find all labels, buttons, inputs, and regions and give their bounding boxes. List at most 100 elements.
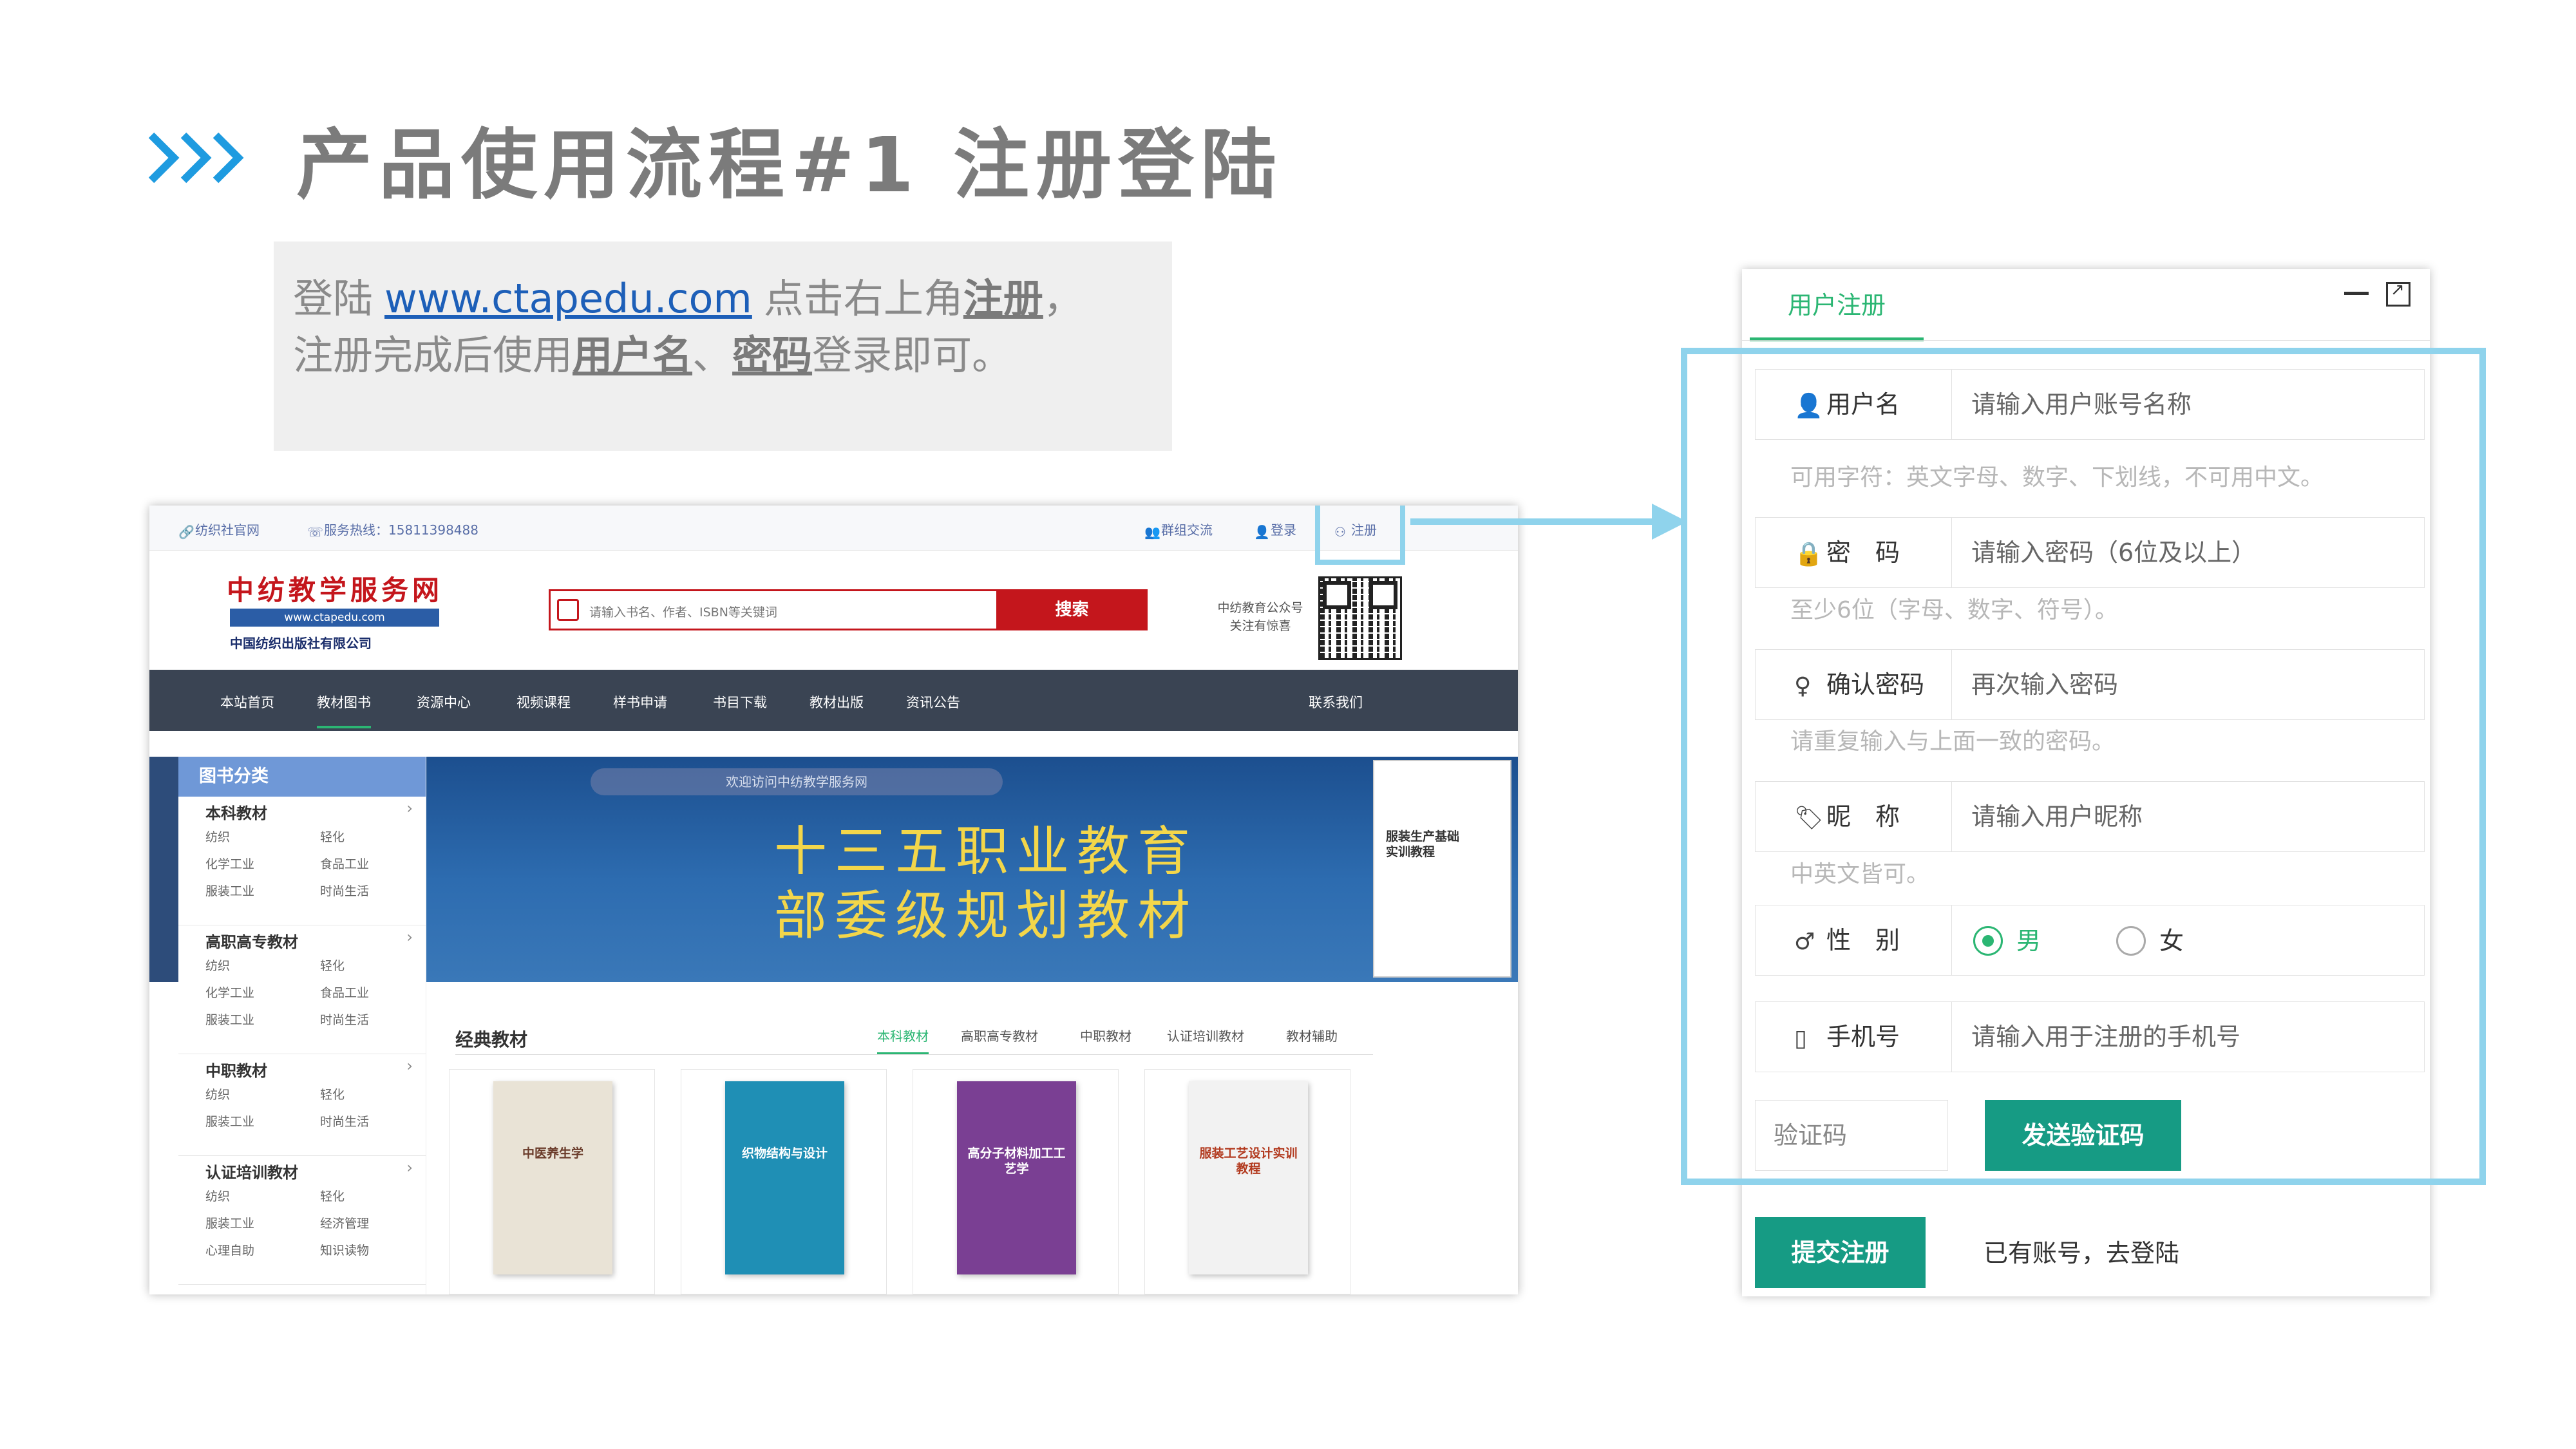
book-cover-title: 织物结构与设计	[741, 1146, 828, 1160]
tab-register[interactable]: 用户注册	[1750, 269, 1924, 341]
nav-item-8[interactable]: 联系我们	[1309, 692, 1363, 712]
instruction-mid: 点击右上角	[763, 275, 963, 322]
sidebar-category-title[interactable]: 高职高专教材	[205, 929, 298, 952]
home-link-label: 纺织社官网	[195, 522, 260, 538]
sidebar-subcategory[interactable]: 食品工业	[320, 983, 369, 1001]
sidebar-category-title[interactable]: 认证培训教材	[205, 1160, 298, 1182]
site-search-placeholder[interactable]: 请输入书名、作者、ISBN等关键词	[589, 603, 777, 620]
site-link[interactable]: www.ctapedu.com	[384, 275, 752, 322]
nav-item-4[interactable]: 样书申请	[613, 692, 667, 712]
user-icon: 👤	[1254, 524, 1270, 540]
sidebar-subcategory[interactable]: 服装工业	[205, 1214, 254, 1231]
login-link-label: 登录	[1271, 522, 1296, 538]
wechat-label-2: 关注有惊喜	[1229, 619, 1291, 633]
site-search-bar[interactable]: 请输入书名、作者、ISBN等关键词 搜索	[549, 589, 1148, 630]
site-search-button[interactable]: 搜索	[996, 589, 1148, 630]
nav-item-7[interactable]: 资讯公告	[906, 692, 960, 712]
nav-item-1[interactable]: 教材图书	[317, 692, 371, 728]
login-link[interactable]: 👤登录	[1254, 520, 1296, 540]
sidebar-category[interactable]: 认证培训教材 › 纺织 轻化服装工业 经济管理心理自助 知识读物	[178, 1156, 426, 1285]
tab-divider	[1742, 340, 2430, 341]
sidebar-category-title[interactable]: 本科教材	[205, 800, 267, 823]
sidebar-subcategory[interactable]: 化学工业	[205, 855, 254, 872]
sidebar-subcategory[interactable]: 服装工业	[205, 1010, 254, 1028]
classics-tab-2[interactable]: 中职教材	[1080, 1026, 1132, 1045]
site-topbar: 🔗纺织社官网 ☏服务热线：15811398488 👥群组交流 👤登录 ⚇ 注册	[149, 506, 1518, 551]
sidebar-subcategory[interactable]: 时尚生活	[320, 1112, 369, 1130]
site-header: 中纺教学服务网 www.ctapedu.com 中国纺织出版社有限公司 请输入书…	[149, 551, 1518, 670]
site-logo-publisher: 中国纺织出版社有限公司	[230, 636, 372, 651]
maximize-icon[interactable]	[2386, 280, 2410, 307]
sidebar-subcategory[interactable]: 经济管理	[320, 1214, 369, 1231]
sidebar-subcategory[interactable]: 心理自助	[205, 1241, 254, 1258]
promo-banner[interactable]: 欢迎访问中纺教学服务网 十三五职业教育 部委级规划教材 服装生产基础实训教程	[426, 757, 1518, 982]
chevron-right-icon: ›	[406, 799, 413, 817]
instruction2-tail: 登录即可。	[812, 332, 1012, 379]
instruction-line-1: 登陆 www.ctapedu.com 点击右上角注册，	[293, 270, 1153, 327]
sidebar-subcategory[interactable]: 服装工业	[205, 882, 254, 899]
website-screenshot: 🔗纺织社官网 ☏服务热线：15811398488 👥群组交流 👤登录 ⚇ 注册 中…	[149, 506, 1518, 1294]
minimize-icon[interactable]	[2344, 292, 2369, 295]
site-logo-name[interactable]: 中纺教学服务网	[227, 569, 443, 608]
sidebar-subcategory[interactable]: 食品工业	[320, 855, 369, 872]
sidebar-subcategory[interactable]: 纺织	[205, 1085, 230, 1103]
classics-section: 经典教材 本科教材 高职高专教材 中职教材 认证培训教材 教材辅助 中医养生学 织物结构与设…	[426, 982, 1518, 1294]
wechat-label: 中纺教育公众号 关注有惊喜	[1206, 599, 1315, 635]
chevron-right-icon: ›	[406, 1057, 413, 1075]
wechat-label-1: 中纺教育公众号	[1217, 601, 1303, 615]
sidebar-subcategory[interactable]: 化学工业	[205, 983, 254, 1001]
book-cover[interactable]: 中医养生学	[493, 1081, 612, 1274]
chevron-right-icon: ›	[406, 1159, 413, 1177]
sidebar-subcategory[interactable]: 时尚生活	[320, 882, 369, 899]
nav-item-6[interactable]: 教材出版	[810, 692, 864, 712]
classics-divider	[455, 1054, 1373, 1055]
book-cover[interactable]: 服装工艺设计实训教程	[1189, 1081, 1308, 1274]
book-cover[interactable]: 织物结构与设计	[725, 1081, 844, 1274]
slide-header: 产品使用流程#1 注册登陆	[148, 103, 1283, 213]
group-icon: 👥	[1144, 524, 1160, 540]
site-nav: 本站首页 教材图书 资源中心 视频课程 样书申请 书目下载 教材出版 资讯公告 联系我们	[149, 670, 1518, 731]
banner-book-title: 服装生产基础实训教程	[1386, 829, 1460, 859]
banner-welcome-pill: 欢迎访问中纺教学服务网	[591, 768, 1003, 795]
sidebar-category[interactable]: 高职高专教材 › 纺织 轻化 化学工业 食品工业 服装工业 时尚生活	[178, 925, 426, 1054]
sidebar-subcategory[interactable]: 轻化	[320, 1187, 345, 1204]
sidebar-subcategory[interactable]: 服装工业	[205, 1112, 254, 1130]
callout-connector	[1410, 518, 1662, 525]
sidebar-subcategory[interactable]: 纺织	[205, 828, 230, 845]
sidebar-subcategory[interactable]: 纺织	[205, 956, 230, 974]
slide-title: 产品使用流程#1 注册登陆	[296, 120, 1283, 209]
nav-item-5[interactable]: 书目下载	[713, 692, 767, 712]
link-icon: 🔗	[178, 524, 194, 540]
book-card[interactable]: 服装工艺设计实训教程	[1144, 1069, 1350, 1294]
classics-tab-4[interactable]: 教材辅助	[1286, 1026, 1338, 1045]
book-cover[interactable]: 高分子材料加工工艺学	[957, 1081, 1076, 1274]
sidebar-category[interactable]: 中职教材 › 纺织 轻化服装工业 时尚生活	[178, 1054, 426, 1156]
home-link[interactable]: 🔗纺织社官网	[178, 520, 260, 540]
book-cover-title: 高分子材料加工工艺学	[967, 1146, 1066, 1176]
book-card[interactable]: 织物结构与设计	[681, 1069, 887, 1294]
sidebar-subcategory[interactable]: 纺织	[205, 1187, 230, 1204]
sidebar-subcategory[interactable]: 知识读物	[320, 1241, 369, 1258]
sidebar-category-title[interactable]: 中职教材	[205, 1058, 267, 1081]
triple-chevron-icon	[148, 132, 244, 184]
classics-tab-3[interactable]: 认证培训教材	[1167, 1026, 1244, 1045]
book-search-icon	[557, 599, 579, 621]
nav-item-3[interactable]: 视频课程	[516, 692, 571, 712]
banner-book-cover: 服装生产基础实训教程	[1373, 760, 1511, 978]
sidebar-subcategory[interactable]: 轻化	[320, 1085, 345, 1103]
nav-item-2[interactable]: 资源中心	[417, 692, 471, 712]
book-card[interactable]: 中医养生学	[449, 1069, 655, 1294]
sidebar-subcategory[interactable]: 轻化	[320, 828, 345, 845]
classics-tab-1[interactable]: 高职高专教材	[961, 1026, 1038, 1045]
submit-register-button[interactable]: 提交注册	[1755, 1217, 1926, 1288]
site-logo-url: www.ctapedu.com	[230, 609, 439, 627]
sidebar-subcategory[interactable]: 时尚生活	[320, 1010, 369, 1028]
classics-tab-0[interactable]: 本科教材	[877, 1026, 929, 1054]
sidebar-category[interactable]: 本科教材 › 纺织 轻化化学工业 食品工业服装工业 时尚生活	[178, 797, 426, 925]
group-link[interactable]: 👥群组交流	[1144, 520, 1213, 540]
sidebar-subcategory[interactable]: 轻化	[320, 956, 345, 974]
qr-code-icon	[1318, 576, 1402, 660]
nav-item-0[interactable]: 本站首页	[220, 692, 274, 712]
book-card[interactable]: 高分子材料加工工艺学	[913, 1069, 1119, 1294]
go-login-link[interactable]: 已有账号，去登陆	[1984, 1233, 2179, 1269]
